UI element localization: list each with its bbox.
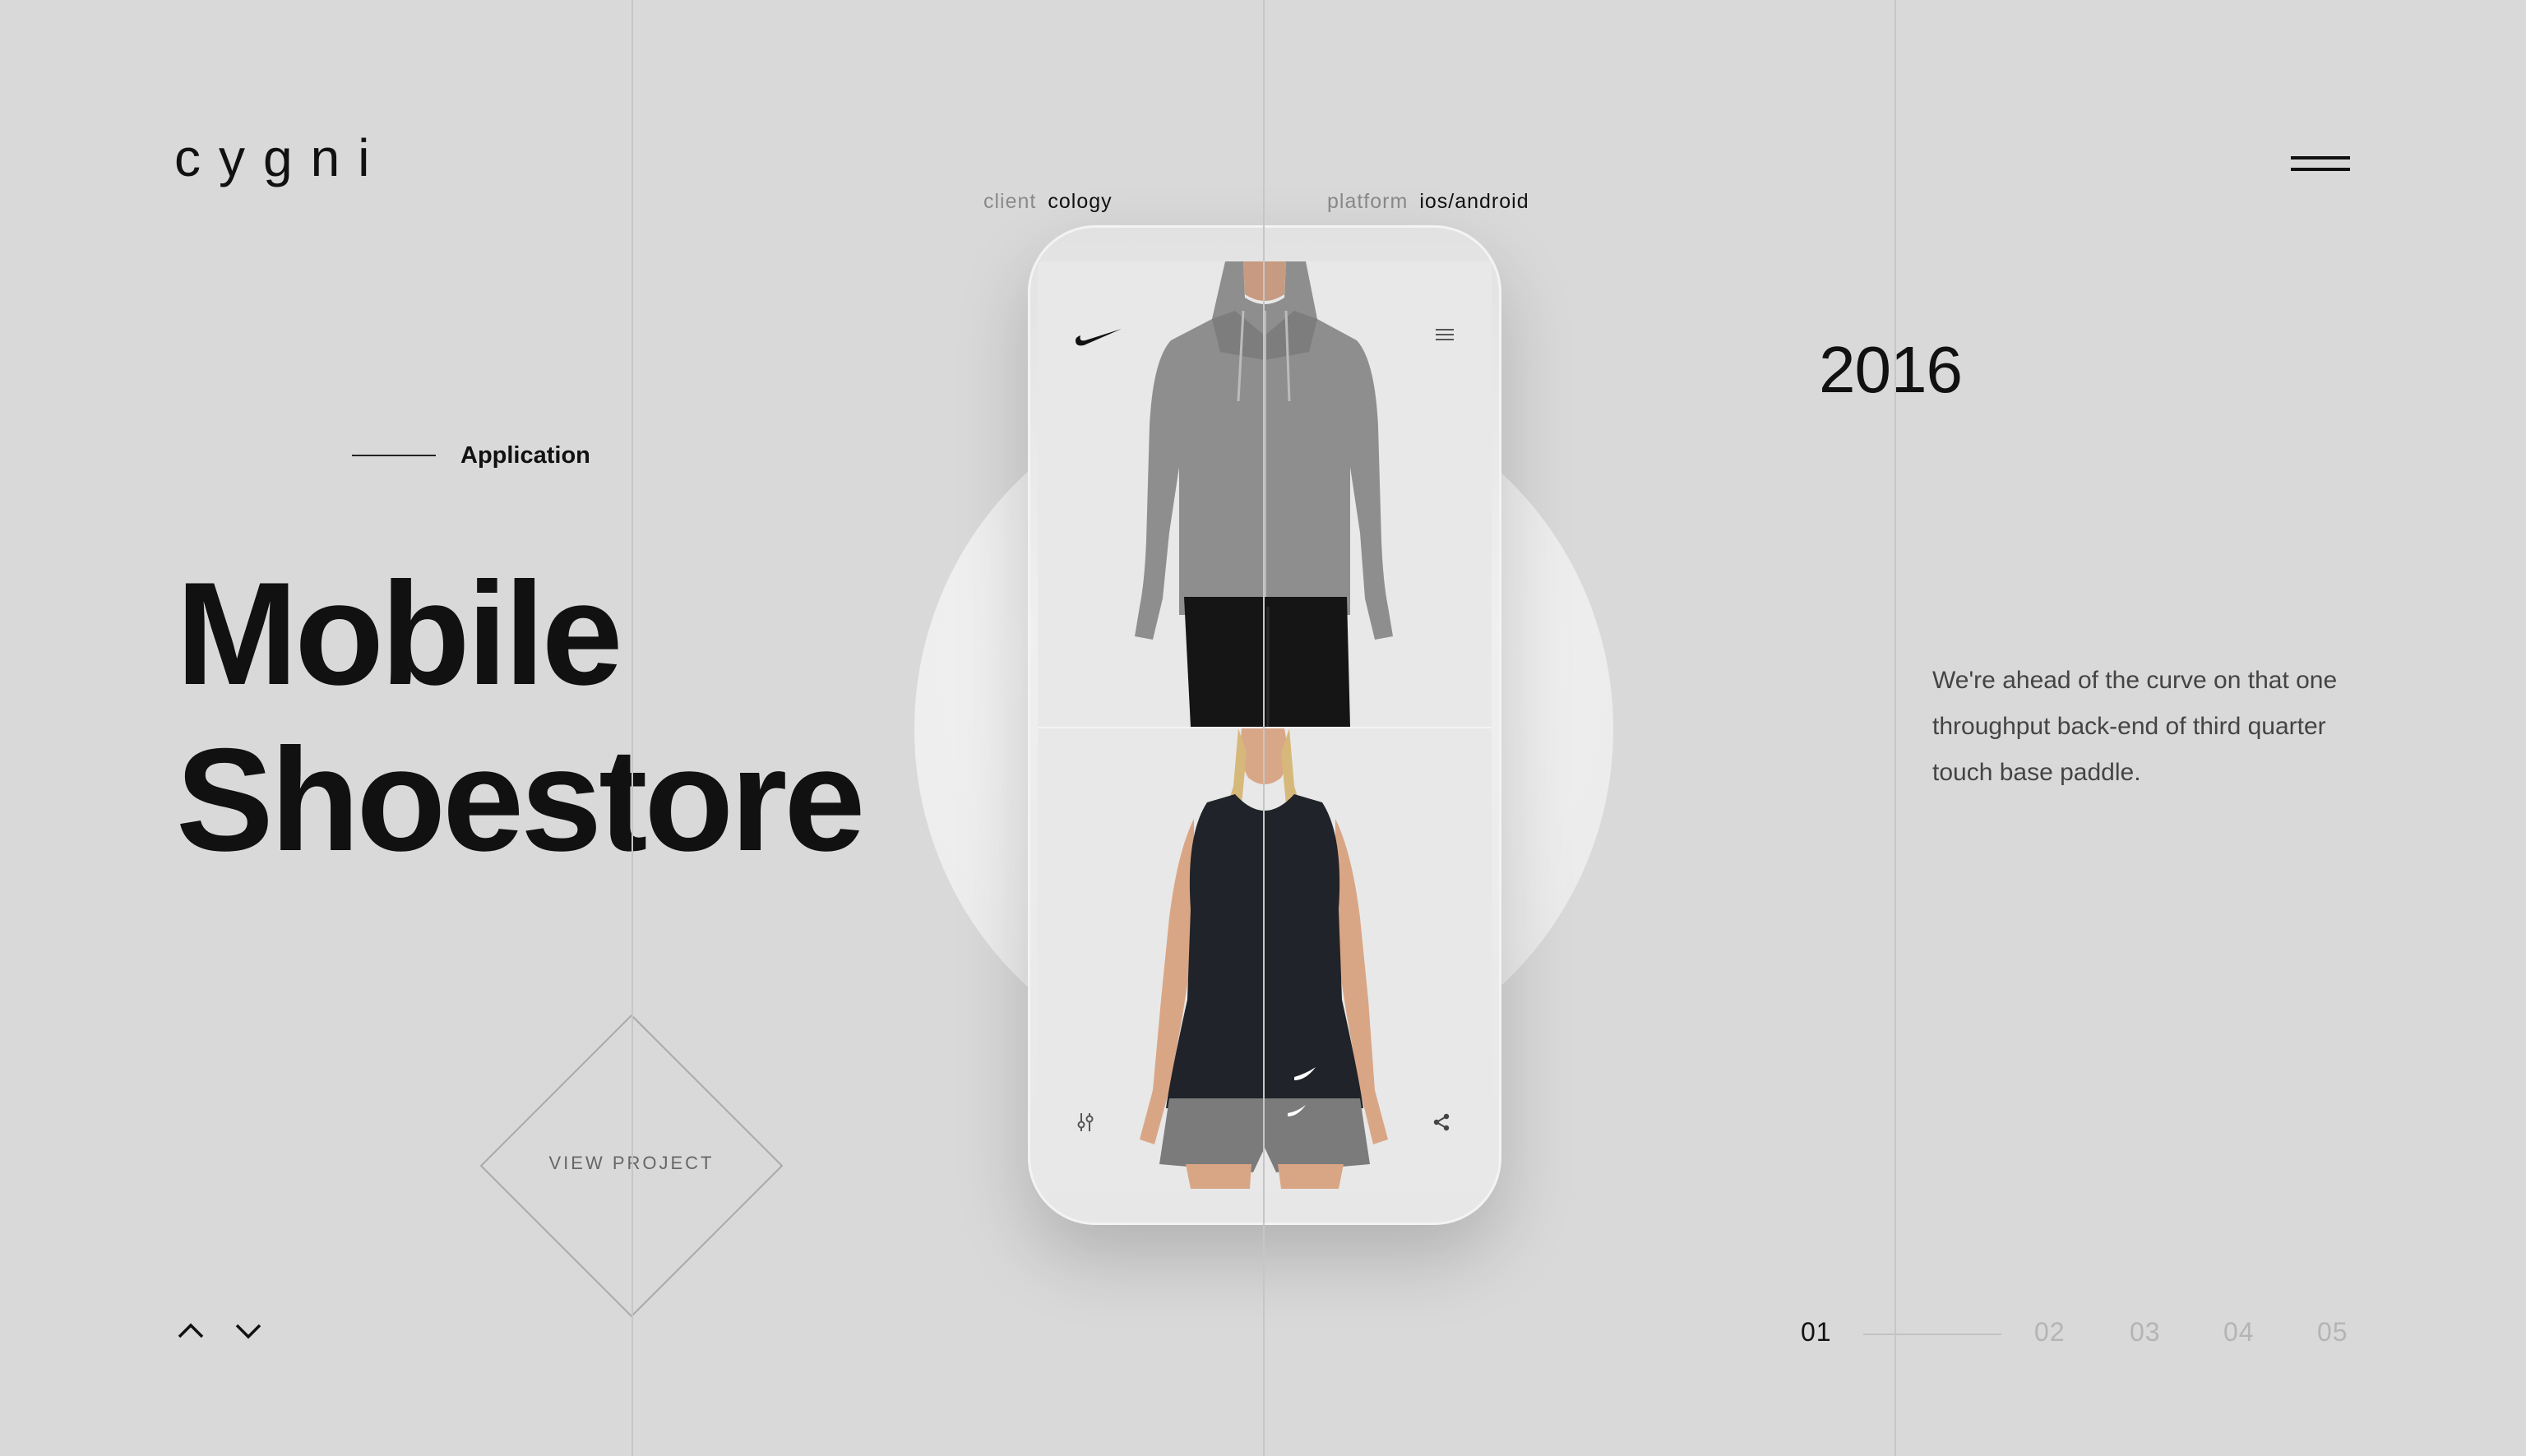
project-title-line2: Shoestore [176,718,865,881]
category-label: Application [460,441,590,469]
client-label: client [983,190,1037,213]
swoosh-logo-icon [1076,329,1122,346]
project-category: Application [352,441,590,470]
project-description: We're ahead of the curve on that one thr… [1932,667,2338,786]
phone-screen [1038,261,1492,1189]
grid-line [1263,0,1265,1456]
platform-meta: platform ios/android [1327,189,1529,214]
project-year: 2016 [1819,333,1963,406]
brand-logo[interactable]: cygni [174,132,387,184]
hamburger-menu-icon [2291,156,2350,159]
client-meta: client cology [983,189,1113,214]
grid-line [632,0,633,1456]
page-link[interactable]: 04 [2223,1317,2255,1347]
page-link[interactable]: 03 [2130,1317,2161,1347]
project-title: Mobile Shoestore [176,551,865,883]
portfolio-slide: cygni client cology platform ios/android A… [0,0,2526,1456]
page-link[interactable]: 02 [2034,1317,2066,1347]
share-icon[interactable] [1429,1110,1454,1135]
product-image-tank-top [1038,728,1492,1189]
pagination-progress-line [1863,1334,2001,1335]
grid-line [1894,0,1896,1456]
page-link[interactable]: 05 [2317,1317,2348,1347]
menu-button[interactable] [2291,156,2350,176]
screen-divider [1038,727,1492,728]
project-title-line1: Mobile [176,552,623,715]
platform-value: ios/android [1419,190,1529,213]
page-current[interactable]: 01 [1801,1317,1832,1347]
filter-icon[interactable] [1074,1110,1097,1135]
hamburger-menu-icon[interactable] [1432,324,1457,345]
category-dash [352,455,436,456]
client-value: cology [1048,190,1113,213]
hamburger-menu-icon [2291,168,2350,171]
platform-label: platform [1327,190,1409,213]
